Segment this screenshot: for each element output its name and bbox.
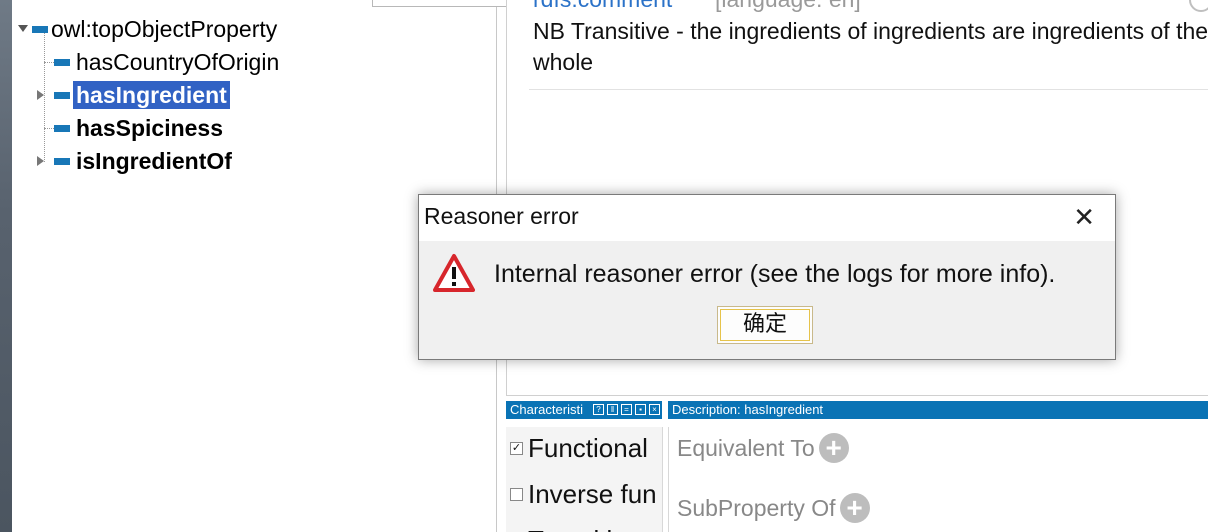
section-label: SubProperty Of [677, 494, 836, 521]
tree-item[interactable]: hasCountryOfOrigin [54, 47, 282, 77]
reasoner-error-dialog: Reasoner error ✕ Internal reasoner error… [418, 194, 1116, 360]
collapse-toggle-icon[interactable] [18, 25, 28, 32]
object-property-icon [32, 25, 48, 33]
characteristics-panel: ✓ Functional Inverse fun Transitive [506, 427, 663, 532]
dialog-titlebar: Reasoner error ✕ [419, 195, 1115, 241]
tree-item-label: owl:topObjectProperty [51, 16, 278, 42]
tree-item[interactable]: hasIngredient [54, 80, 230, 110]
add-subproperty-icon[interactable]: + [839, 493, 870, 523]
expand-toggle-icon[interactable] [37, 156, 44, 166]
description-panel: Equivalent To + SubProperty Of + [668, 427, 1208, 532]
section-label: Equivalent To [677, 434, 815, 461]
annotation-divider [529, 89, 1208, 90]
object-property-icon [54, 157, 70, 165]
characteristic-checkbox[interactable]: Inverse fun [510, 479, 657, 510]
annotation-options-icon[interactable] [1189, 0, 1208, 12]
desktop-background [0, 0, 12, 532]
checkbox-icon[interactable] [510, 488, 523, 501]
dialog-message: Internal reasoner error (see the logs fo… [494, 260, 1056, 288]
annotation-property[interactable]: rdfs:comment [533, 0, 672, 13]
tree-guide-line [44, 32, 45, 162]
description-view-header: Description: hasIngredient [668, 401, 1208, 419]
object-property-icon [54, 91, 70, 99]
subproperty-of-section: SubProperty Of + [677, 493, 870, 523]
close-icon[interactable]: ✕ [1073, 204, 1095, 230]
characteristic-label: Inverse fun [528, 479, 657, 509]
warning-icon [433, 253, 475, 298]
annotation-text: NB Transitive - the ingredients of ingre… [533, 18, 1208, 75]
add-equivalent-icon[interactable]: + [818, 433, 849, 463]
maximize-icon[interactable]: ▪ [635, 404, 646, 415]
split-vertical-icon[interactable]: ‖ [607, 404, 618, 415]
object-property-icon [54, 124, 70, 132]
annotation-language: [language: en] [715, 0, 861, 13]
equivalent-to-section: Equivalent To + [677, 433, 849, 463]
characteristic-checkbox[interactable]: ✓ Functional [510, 433, 648, 464]
tree-item-label: isIngredientOf [76, 148, 232, 174]
tree-item-root[interactable]: owl:topObjectProperty [32, 14, 280, 44]
tree-item-label: hasIngredient [73, 81, 230, 109]
help-icon[interactable]: ? [593, 404, 604, 415]
tree-item[interactable]: hasSpiciness [54, 113, 226, 143]
tree-item-label: hasCountryOfOrigin [76, 49, 280, 75]
expand-toggle-icon[interactable] [37, 90, 44, 100]
close-view-icon[interactable]: × [649, 404, 660, 415]
object-property-icon [54, 58, 70, 66]
ok-button[interactable]: 确定 [717, 306, 813, 344]
split-horizontal-icon[interactable]: = [621, 404, 632, 415]
checkbox-icon[interactable]: ✓ [510, 442, 523, 455]
characteristics-view-header: Characteristi ? ‖ = ▪ × [506, 401, 662, 419]
characteristic-label: Transitive [528, 525, 640, 532]
characteristic-checkbox[interactable]: Transitive [510, 525, 640, 532]
tree-item-label: hasSpiciness [76, 115, 224, 141]
hierarchy-search-field[interactable] [372, 0, 510, 7]
characteristic-label: Functional [528, 433, 648, 463]
dialog-title: Reasoner error [424, 203, 579, 229]
tree-item[interactable]: isIngredientOf [54, 146, 235, 176]
